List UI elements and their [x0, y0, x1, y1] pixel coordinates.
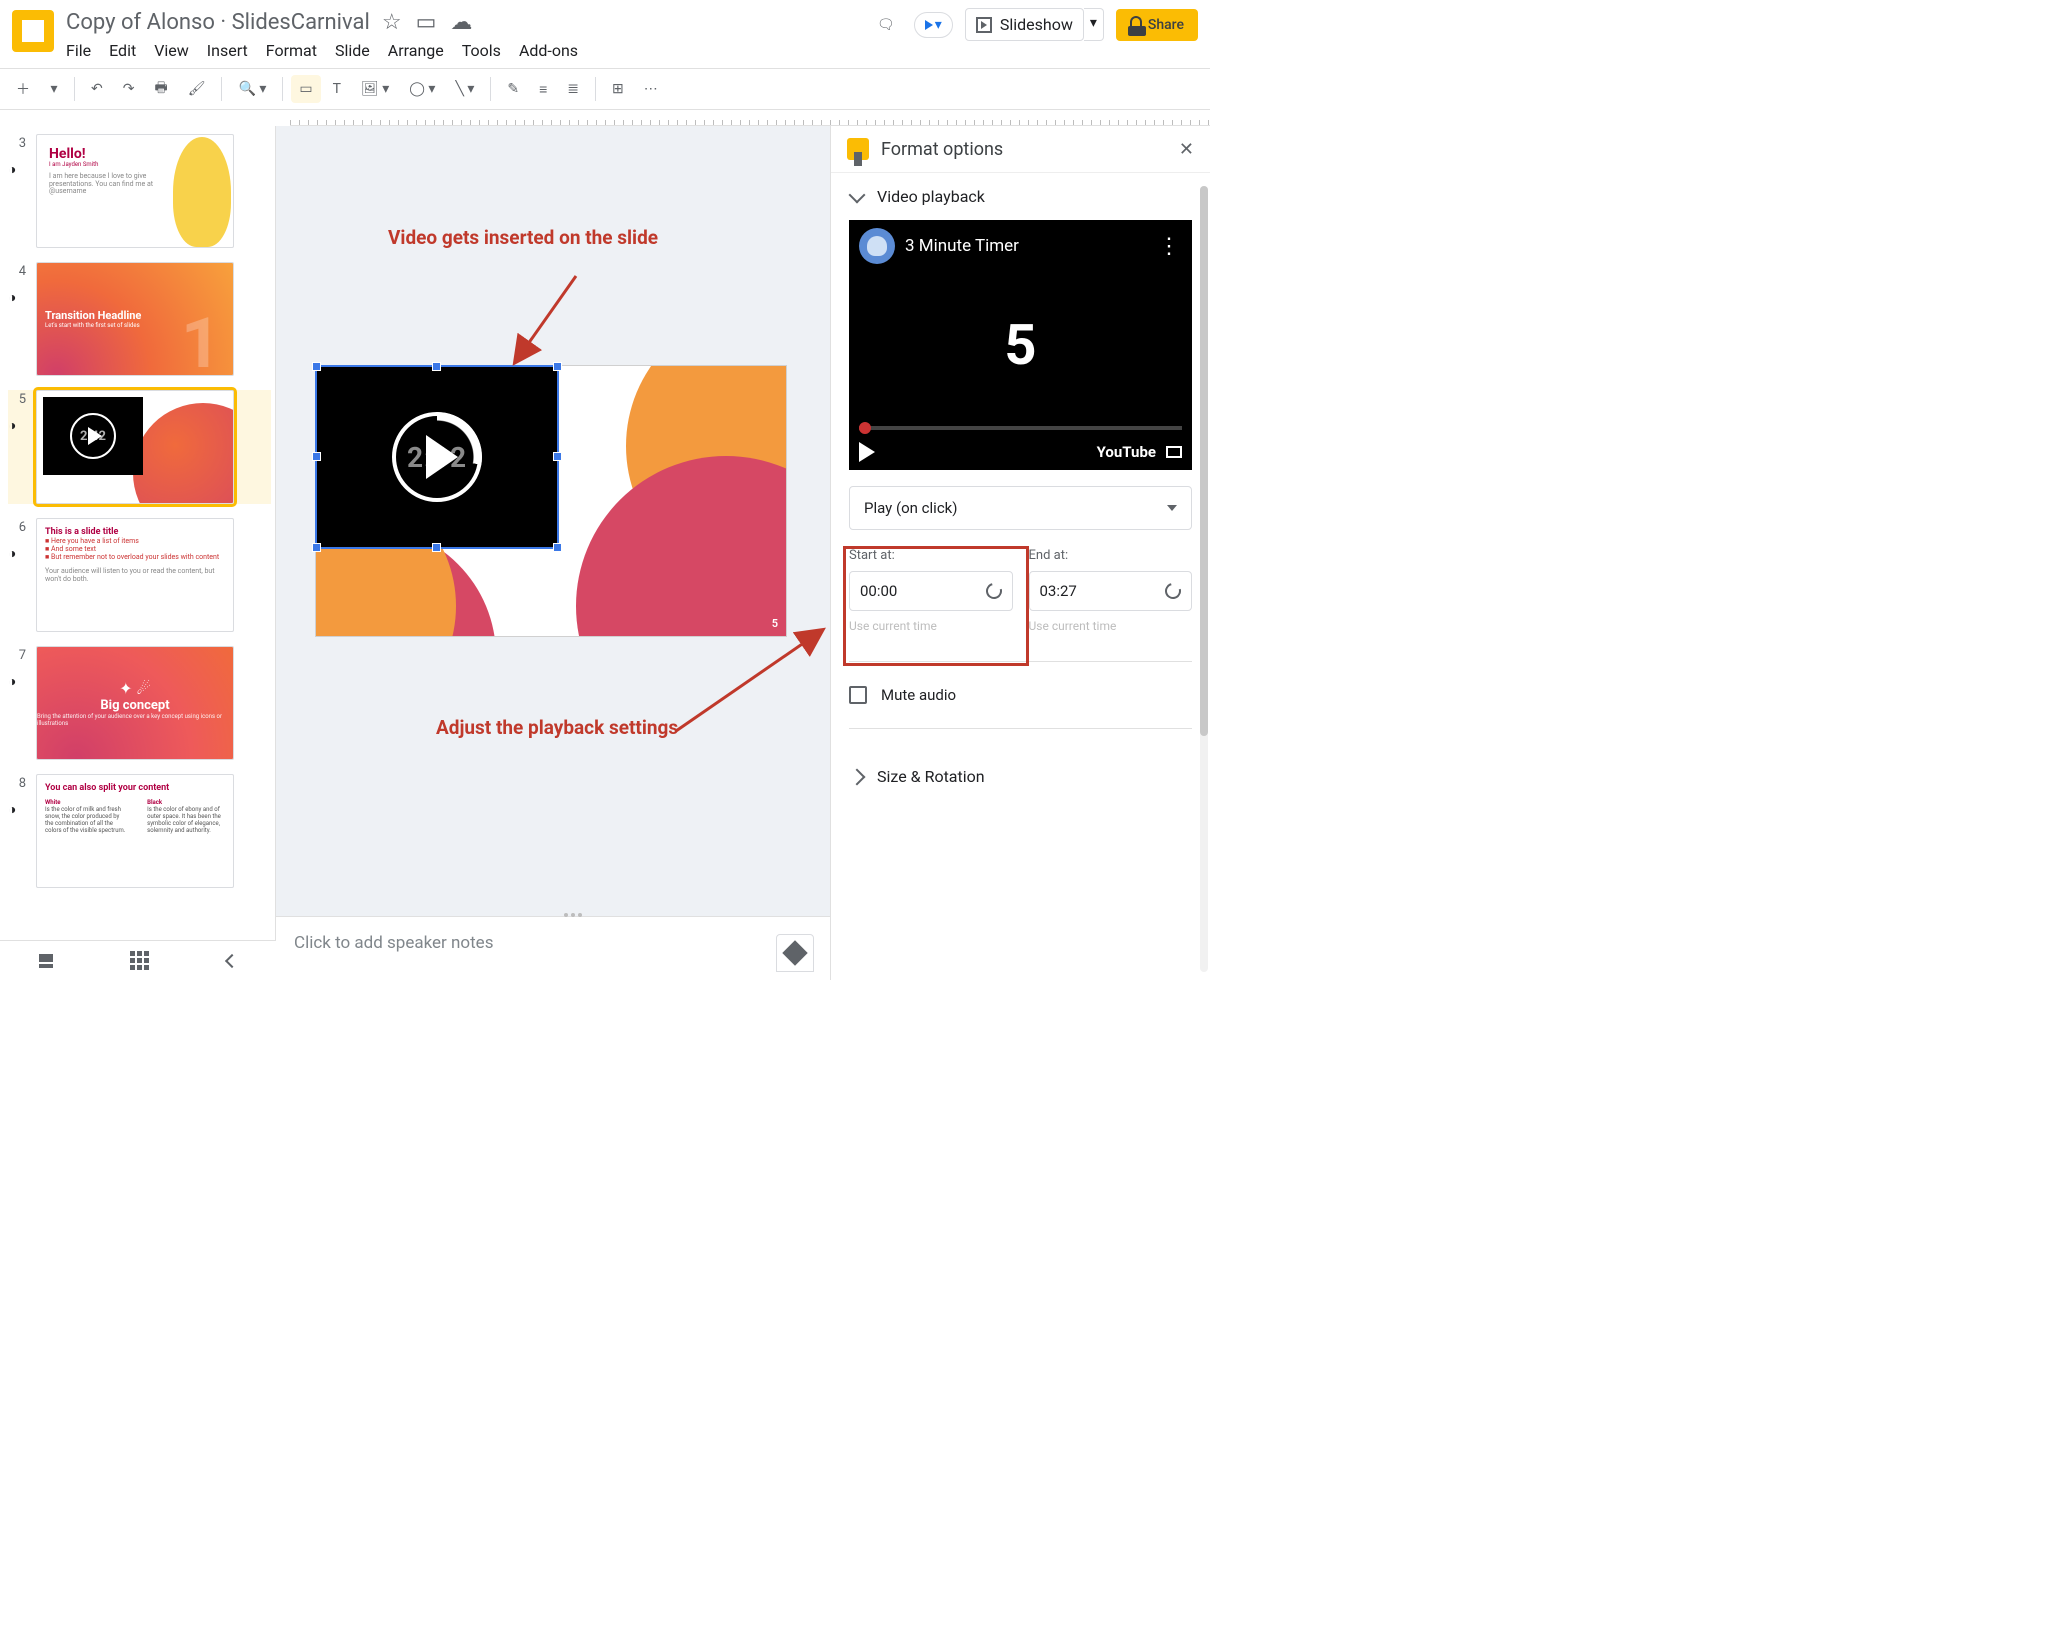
slide-thumb-3[interactable]: 3◑ Hello!I am Jayden SmithI am here beca…	[8, 134, 271, 248]
transition-icon: ◑	[8, 161, 26, 179]
grid-view-icon[interactable]	[130, 951, 149, 970]
comment-tool[interactable]: ⊞	[604, 75, 632, 103]
new-slide-dropdown[interactable]: ▾	[42, 75, 66, 103]
image-tool[interactable]: 🖼 ▾	[353, 75, 397, 103]
resize-handle[interactable]	[553, 452, 562, 461]
panel-title: Format options	[881, 139, 1167, 160]
mute-audio-checkbox[interactable]: Mute audio	[849, 686, 1192, 704]
cloud-status-icon[interactable]: ☁	[450, 10, 472, 35]
menu-view[interactable]: View	[154, 41, 189, 60]
new-slide-button[interactable]: ＋	[8, 73, 38, 105]
resize-handle[interactable]	[432, 543, 441, 552]
annotation-text-2: Adjust the playback settings	[436, 716, 696, 740]
edit-points-tool[interactable]: ✎	[499, 75, 527, 103]
menu-slide[interactable]: Slide	[335, 41, 370, 60]
end-at-input[interactable]: 03:27	[1029, 571, 1193, 611]
menu-tools[interactable]: Tools	[462, 41, 501, 60]
document-title[interactable]: Copy of Alonso · SlidesCarnival	[66, 10, 370, 35]
transition-icon: ◑	[8, 801, 26, 819]
menu-edit[interactable]: Edit	[109, 41, 136, 60]
explore-button[interactable]	[776, 934, 814, 972]
menu-format[interactable]: Format	[266, 41, 317, 60]
comments-icon[interactable]: 🗨	[870, 9, 902, 41]
toolbar: ＋ ▾ ↶ ↷ 🖶 🖌 🔍 ▾ ▭ T 🖼 ▾ ◯ ▾ ╲ ▾ ✎ ≡ ≣ ⊞ …	[0, 68, 1210, 110]
close-panel-button[interactable]: ✕	[1179, 139, 1194, 160]
annotation-arrow-1	[516, 276, 616, 380]
slide-thumb-8[interactable]: 8◑ You can also split your contentWhiteI…	[8, 774, 271, 888]
slides-logo-icon[interactable]	[12, 10, 54, 52]
lock-icon	[1130, 16, 1142, 28]
section-video-playback[interactable]: Video playback	[831, 173, 1210, 220]
filmstrip-view-icon[interactable]	[39, 954, 53, 968]
resize-handle[interactable]	[553, 543, 562, 552]
chevron-down-icon	[849, 186, 866, 203]
align-tool[interactable]: ≡	[531, 75, 555, 104]
menu-insert[interactable]: Insert	[207, 41, 248, 60]
play-icon[interactable]	[426, 435, 458, 479]
line-tool[interactable]: ╲ ▾	[447, 75, 482, 103]
use-current-time-end[interactable]: Use current time	[1029, 619, 1193, 633]
transition-icon: ◑	[8, 289, 26, 307]
slide-thumb-4[interactable]: 4◑ Transition HeadlineLet's start with t…	[8, 262, 271, 376]
panel-scrollbar[interactable]	[1200, 186, 1208, 972]
resize-handle[interactable]	[432, 362, 441, 371]
chevron-right-icon	[849, 768, 866, 785]
format-options-panel: Format options ✕ Video playback 3 Minute…	[830, 126, 1210, 980]
share-button[interactable]: Share	[1116, 9, 1198, 41]
textbox-tool[interactable]: T	[325, 75, 349, 103]
print-button[interactable]: 🖶	[146, 71, 175, 107]
format-options-icon	[847, 138, 869, 160]
notes-resize-handle[interactable]	[553, 913, 593, 919]
move-icon[interactable]: ▭	[416, 10, 437, 35]
present-dropdown[interactable]: ▾	[914, 12, 953, 38]
title-bar: Copy of Alonso · SlidesCarnival ☆ ▭ ☁ Fi…	[0, 0, 1210, 68]
video-preview[interactable]: 3 Minute Timer⋮ 5 YouTube	[849, 220, 1192, 470]
play-mode-select[interactable]: Play (on click)	[849, 486, 1192, 530]
zoom-button[interactable]: 🔍 ▾	[230, 75, 274, 103]
slideshow-button[interactable]: Slideshow	[965, 8, 1084, 41]
slide-thumb-6[interactable]: 6◑ This is a slide title■ Here you have …	[8, 518, 271, 632]
menu-file[interactable]: File	[66, 41, 91, 60]
resize-handle[interactable]	[312, 543, 321, 552]
redo-button[interactable]: ↷	[115, 75, 143, 103]
distribute-tool[interactable]: ≣	[559, 75, 587, 103]
more-tools[interactable]: ⋯	[636, 75, 666, 103]
menu-addons[interactable]: Add-ons	[519, 41, 578, 60]
annotation-text-1: Video gets inserted on the slide	[388, 226, 698, 250]
end-at-label: End at:	[1029, 548, 1193, 563]
transition-icon: ◑	[8, 673, 26, 691]
fullscreen-icon[interactable]	[1166, 446, 1182, 458]
filmstrip-footer	[0, 940, 276, 980]
paint-format-button[interactable]: 🖌	[180, 75, 214, 103]
slide-thumb-5[interactable]: 5◑	[8, 390, 271, 504]
star-icon[interactable]: ☆	[382, 10, 402, 35]
video-object[interactable]	[317, 367, 557, 547]
undo-button[interactable]: ↶	[83, 75, 111, 103]
annotation-highlight-box	[843, 546, 1029, 666]
slide-canvas[interactable]: 5	[316, 366, 786, 636]
video-play-icon[interactable]	[859, 442, 875, 462]
menu-bar: File Edit View Insert Format Slide Arran…	[66, 37, 870, 64]
video-seek-bar[interactable]	[859, 426, 1182, 430]
annotation-arrow-2	[676, 611, 830, 745]
slide-canvas-area[interactable]: 5 Video gets inserted on the slide	[276, 126, 830, 916]
transition-icon: ◑	[8, 545, 26, 563]
shape-tool[interactable]: ◯ ▾	[401, 75, 443, 103]
select-tool[interactable]: ▭	[291, 75, 320, 103]
refresh-icon[interactable]	[1162, 580, 1184, 602]
resize-handle[interactable]	[312, 452, 321, 461]
chevron-down-icon	[1167, 505, 1177, 511]
transition-icon: ◑	[8, 417, 26, 435]
collapse-filmstrip-icon[interactable]	[225, 953, 239, 967]
ruler[interactable]	[290, 110, 1210, 126]
section-size-rotation[interactable]: Size & Rotation	[831, 753, 1210, 800]
slideshow-dropdown[interactable]: ▾	[1084, 8, 1104, 41]
menu-arrange[interactable]: Arrange	[388, 41, 444, 60]
speaker-notes[interactable]: Click to add speaker notes	[276, 916, 830, 980]
slide-thumb-7[interactable]: 7◑ ✦ ☄Big conceptBring the attention of …	[8, 646, 271, 760]
filmstrip[interactable]: 3◑ Hello!I am Jayden SmithI am here beca…	[0, 126, 276, 980]
resize-handle[interactable]	[312, 362, 321, 371]
